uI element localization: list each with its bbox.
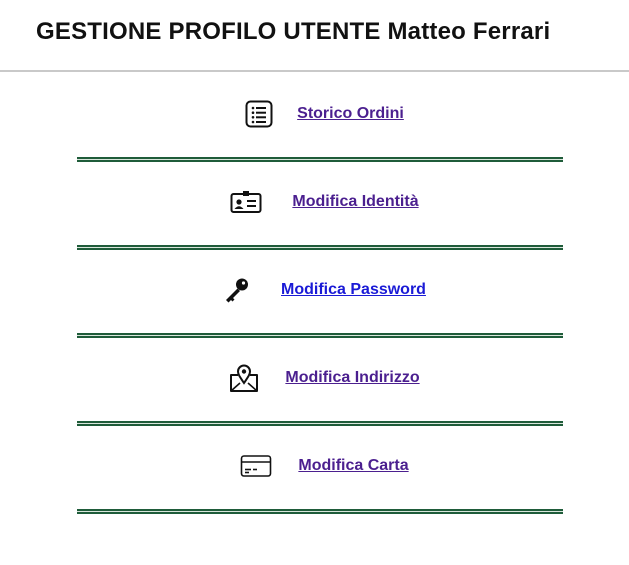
menu-item-modifica-password: Modifica Password [0, 250, 629, 338]
link-modifica-indirizzo[interactable]: Modifica Indirizzo [285, 369, 419, 387]
page-title: GESTIONE PROFILO UTENTE Matteo Ferrari [36, 18, 551, 45]
link-storico-ordini[interactable]: Storico Ordini [297, 105, 404, 123]
map-pin-icon[interactable] [229, 363, 259, 393]
link-modifica-password[interactable]: Modifica Password [281, 281, 426, 299]
credit-card-icon[interactable] [240, 454, 272, 478]
menu-item-modifica-identita: Modifica Identità [0, 162, 629, 250]
id-card-icon[interactable] [230, 190, 262, 214]
list-icon[interactable] [245, 100, 273, 128]
menu-item-modifica-indirizzo: Modifica Indirizzo [0, 338, 629, 426]
menu-item-modifica-carta: Modifica Carta [0, 426, 629, 514]
divider [77, 509, 563, 514]
link-modifica-identita[interactable]: Modifica Identità [292, 193, 418, 211]
link-modifica-carta[interactable]: Modifica Carta [298, 457, 408, 475]
menu-item-storico-ordini: Storico Ordini [0, 74, 629, 162]
page-header: GESTIONE PROFILO UTENTE Matteo Ferrari [0, 0, 629, 72]
profile-menu: Storico Ordini Modifica Identità Modific… [0, 74, 629, 514]
key-icon[interactable] [223, 276, 251, 304]
